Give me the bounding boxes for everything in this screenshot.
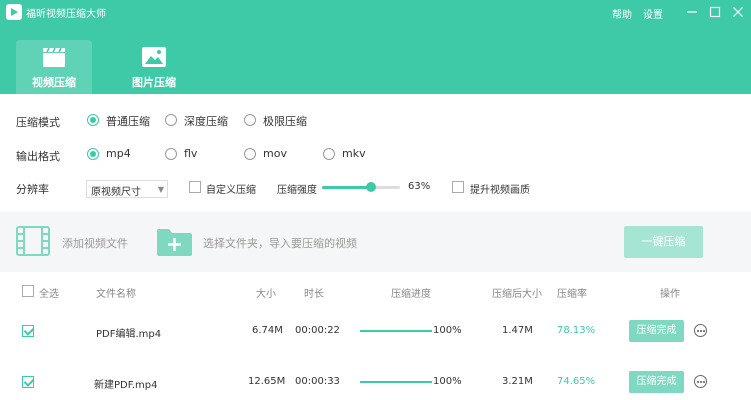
chevron-down-icon: ▼: [157, 185, 164, 194]
close-icon: [733, 7, 743, 17]
compress-done-button[interactable]: 压缩完成: [629, 371, 684, 393]
tab-image-compress[interactable]: 图片压缩: [116, 40, 192, 94]
resolution-select[interactable]: 原视频尺寸 ▼: [86, 180, 168, 198]
table-row: PDF编辑.mp4 6.74M 00:00:22 100% 1.47M 78.1…: [0, 310, 751, 350]
more-options-icon[interactable]: [694, 324, 707, 337]
maximize-icon: [709, 6, 721, 18]
file-name: PDF编辑.mp4: [96, 329, 162, 340]
progress-bar: [360, 381, 432, 383]
minimize-icon: [687, 11, 697, 13]
output-format-row: 输出格式 mp4 flv mov mkv: [16, 147, 366, 163]
help-link[interactable]: 帮助: [612, 6, 632, 21]
maximize-button[interactable]: [706, 3, 724, 21]
close-button[interactable]: [729, 3, 747, 21]
row-checkbox[interactable]: [22, 376, 34, 388]
select-all-label: 全选: [39, 289, 59, 300]
progress-text: 100%: [433, 376, 462, 387]
compress-rate: 78.13%: [557, 325, 596, 336]
col-size: 大小: [256, 289, 276, 300]
file-name: 新建PDF.mp4: [94, 380, 158, 391]
compressed-size: 1.47M: [502, 325, 533, 336]
tab-video-compress[interactable]: 视频压缩: [16, 40, 92, 94]
compress-mode-row: 压缩模式 普通压缩 深度压缩 极限压缩: [16, 114, 307, 129]
custom-compress-label: 自定义压缩: [206, 185, 256, 196]
film-icon[interactable]: [16, 226, 50, 256]
minimize-button[interactable]: [683, 3, 701, 21]
strength-slider-handle[interactable]: [366, 182, 377, 192]
strength-slider-fill: [322, 186, 372, 189]
app-logo-icon: [6, 4, 22, 20]
settings-link[interactable]: 设置: [643, 6, 663, 21]
file-duration: 00:00:33: [295, 376, 340, 387]
compressed-size: 3.21M: [502, 376, 533, 387]
progress-bar: [360, 330, 432, 332]
strength-label: 压缩强度: [277, 185, 317, 196]
progress-text: 100%: [433, 325, 462, 336]
col-operation: 操作: [660, 289, 680, 300]
compress-mode-label: 压缩模式: [16, 116, 60, 129]
app-header: 福昕视频压缩大师 帮助 设置 视频压缩 图片压缩: [0, 0, 751, 94]
image-icon: [142, 47, 166, 67]
file-size: 12.65M: [248, 376, 286, 387]
video-clapper-icon: [43, 47, 65, 67]
resolution-label: 分辨率: [16, 183, 49, 196]
col-compressed-size: 压缩后大小: [492, 289, 542, 300]
folder-add-icon[interactable]: [156, 227, 193, 257]
tab-label: 视频压缩: [32, 76, 76, 89]
compress-rate: 74.65%: [557, 376, 596, 387]
file-duration: 00:00:22: [295, 325, 340, 336]
title-bar: 福昕视频压缩大师 帮助 设置: [0, 0, 751, 24]
more-options-icon[interactable]: [694, 375, 707, 388]
enhance-quality-checkbox[interactable]: [452, 181, 464, 193]
select-folder-link[interactable]: 选择文件夹，导入要压缩的视频: [203, 235, 357, 251]
table-row: 新建PDF.mp4 12.65M 00:00:33 100% 3.21M 74.…: [0, 360, 751, 400]
select-all-checkbox[interactable]: [22, 285, 34, 297]
file-size: 6.74M: [252, 325, 283, 336]
col-file-name: 文件名称: [96, 289, 136, 300]
col-progress: 压缩进度: [391, 289, 431, 300]
tab-label: 图片压缩: [132, 76, 176, 89]
app-title: 福昕视频压缩大师: [26, 9, 106, 20]
compress-done-button[interactable]: 压缩完成: [629, 320, 684, 342]
enhance-quality-label: 提升视频画质: [470, 185, 530, 196]
one-click-compress-button[interactable]: 一键压缩: [624, 226, 703, 258]
resolution-value: 原视频尺寸: [91, 187, 141, 198]
output-format-label: 输出格式: [16, 150, 60, 163]
col-compress-rate: 压缩率: [557, 289, 587, 300]
row-checkbox[interactable]: [22, 325, 34, 337]
strength-value: 63%: [408, 181, 431, 192]
col-duration: 时长: [304, 289, 324, 300]
add-video-file-link[interactable]: 添加视频文件: [62, 235, 128, 251]
strength-slider[interactable]: [322, 182, 400, 192]
custom-compress-checkbox[interactable]: [189, 181, 201, 193]
